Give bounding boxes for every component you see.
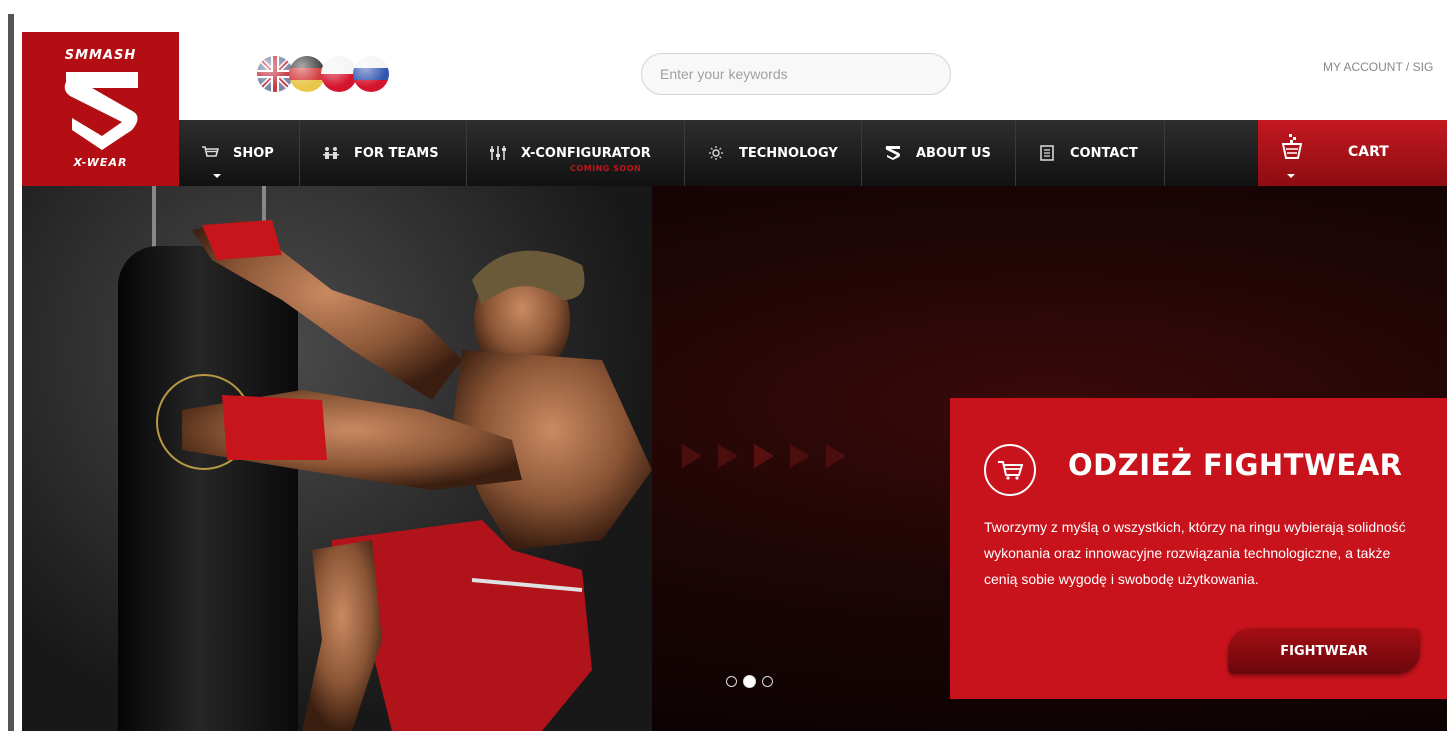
account-separator: / bbox=[1405, 60, 1410, 74]
contact-card-icon bbox=[1038, 144, 1056, 162]
search-input[interactable] bbox=[641, 53, 951, 95]
hero-slider: ODZIEŻ FIGHTWEAR Tworzymy z myślą o wszy… bbox=[22, 186, 1447, 731]
nav-item-x-configurator[interactable]: X-CONFIGURATOR COMING SOON bbox=[467, 120, 685, 186]
arrow-decor bbox=[682, 444, 702, 468]
arrow-decor bbox=[718, 444, 738, 468]
sliders-icon bbox=[489, 144, 507, 162]
logo-brand-name: SMMASH bbox=[64, 48, 137, 63]
decorative-arrows bbox=[682, 444, 846, 468]
language-selector bbox=[257, 56, 389, 92]
cart-icon bbox=[984, 444, 1036, 496]
arrow-decor bbox=[754, 444, 774, 468]
arrow-decor bbox=[826, 444, 846, 468]
chevron-down-icon bbox=[213, 174, 221, 178]
slide-dot-3[interactable] bbox=[762, 676, 773, 687]
bag-chain bbox=[152, 186, 156, 248]
nav-label: ABOUT US bbox=[916, 145, 991, 161]
chevron-down-icon bbox=[1287, 174, 1295, 178]
lightbulb-icon bbox=[707, 144, 725, 162]
smmash-logo-icon bbox=[884, 144, 902, 162]
nav-label: TECHNOLOGY bbox=[739, 145, 838, 161]
nav-item-technology[interactable]: TECHNOLOGY bbox=[685, 120, 862, 186]
shopping-basket-icon bbox=[1282, 134, 1302, 159]
top-header: MY ACCOUNT / SIG bbox=[179, 32, 1447, 120]
nav-item-for-teams[interactable]: FOR TEAMS bbox=[300, 120, 467, 186]
nav-label: X-CONFIGURATOR bbox=[521, 145, 651, 161]
smmash-s-logo-icon bbox=[64, 72, 138, 150]
site-logo[interactable]: SMMASH X-WEAR bbox=[22, 32, 179, 186]
logo-brand-sub: X-WEAR bbox=[73, 156, 128, 169]
uk-flag-icon[interactable] bbox=[257, 56, 293, 92]
promo-description: Tworzymy z myślą o wszystkich, którzy na… bbox=[984, 519, 1406, 587]
account-links: MY ACCOUNT / SIG bbox=[1323, 60, 1433, 74]
polish-flag-icon[interactable] bbox=[321, 56, 357, 92]
window-edge bbox=[8, 14, 14, 731]
fighter-image bbox=[182, 220, 652, 731]
slider-dots bbox=[726, 675, 773, 688]
russian-flag-icon[interactable] bbox=[353, 56, 389, 92]
german-flag-icon[interactable] bbox=[289, 56, 325, 92]
fightwear-button[interactable]: FIGHTWEAR bbox=[1228, 628, 1420, 674]
cart-button[interactable]: CART bbox=[1258, 120, 1447, 186]
coming-soon-note: COMING SOON bbox=[570, 164, 642, 173]
promo-panel: ODZIEŻ FIGHTWEAR Tworzymy z myślą o wszy… bbox=[950, 398, 1447, 699]
nav-item-about-us[interactable]: ABOUT US bbox=[862, 120, 1016, 186]
arrow-decor bbox=[790, 444, 810, 468]
slide-dot-2[interactable] bbox=[743, 675, 756, 688]
slide-dot-1[interactable] bbox=[726, 676, 737, 687]
page: SMMASH X-WEAR MY ACCOUNT / bbox=[22, 32, 1447, 731]
main-nav: SHOP FOR TEAMS X-CONFIGURATOR COMING SOO… bbox=[179, 120, 1447, 186]
nav-item-shop[interactable]: SHOP bbox=[179, 120, 300, 186]
team-icon bbox=[322, 144, 340, 162]
my-account-link[interactable]: MY ACCOUNT bbox=[1323, 60, 1403, 74]
promo-title: ODZIEŻ FIGHTWEAR bbox=[1068, 448, 1403, 482]
nav-label: SHOP bbox=[233, 145, 274, 161]
cart-label: CART bbox=[1348, 144, 1389, 160]
sign-in-link[interactable]: SIG bbox=[1413, 60, 1434, 74]
nav-item-contact[interactable]: CONTACT bbox=[1016, 120, 1165, 186]
nav-label: FOR TEAMS bbox=[354, 145, 439, 161]
nav-label: CONTACT bbox=[1070, 145, 1138, 161]
cart-icon bbox=[201, 144, 219, 162]
